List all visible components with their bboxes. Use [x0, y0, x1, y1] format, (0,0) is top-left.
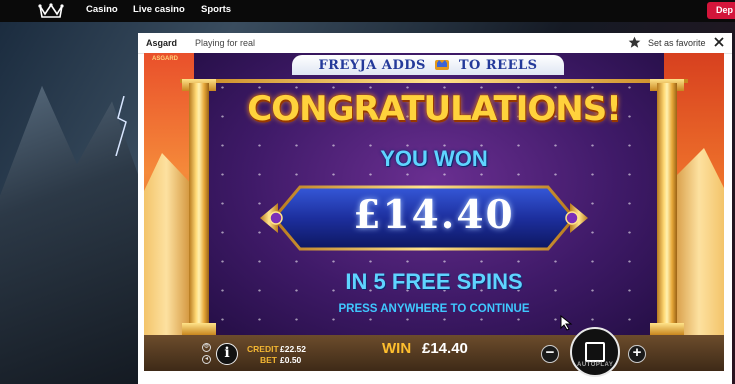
- column-base-left: [182, 323, 216, 335]
- set-favorite-link[interactable]: Set as favorite: [648, 38, 706, 48]
- play-mode-text: Playing for real: [195, 38, 256, 48]
- win-value: £14.40: [422, 340, 468, 357]
- temple-right: [674, 148, 724, 348]
- free-spins-text: IN 5 FREE SPINS: [345, 269, 523, 294]
- mouse-pointer-icon: [560, 315, 573, 331]
- banner-left-text: FREYJA ADDS: [318, 58, 426, 73]
- info-button[interactable]: i: [216, 343, 238, 365]
- bet-label: BET: [260, 355, 277, 365]
- spin-button[interactable]: [570, 327, 620, 377]
- top-navigation: Casino Live casino Sports Dep: [0, 0, 735, 22]
- stop-square-icon: [585, 342, 605, 362]
- settings-icon[interactable]: ⚙: [202, 343, 211, 352]
- close-icon[interactable]: [712, 35, 726, 49]
- game-window-titlebar: Asgard Playing for real Set as favorite: [138, 33, 732, 54]
- freyja-symbol-icon: [435, 60, 450, 70]
- game-window: Asgard Playing for real Set as favorite …: [138, 33, 732, 384]
- deposit-button[interactable]: Dep: [707, 2, 735, 19]
- game-control-bar: ⚙ ◂ i CREDIT £22.52 BET £0.50 WIN £14.40…: [144, 327, 724, 377]
- bet-value: £0.50: [280, 355, 302, 365]
- sound-icon[interactable]: ◂: [202, 355, 211, 364]
- game-title: Asgard: [146, 38, 178, 48]
- win-amount: £14.40: [353, 192, 515, 238]
- autoplay-label[interactable]: AUTOPLAY: [577, 362, 613, 368]
- credit-label: CREDIT: [247, 344, 279, 354]
- banner-right-text: TO REELS: [458, 58, 538, 73]
- congratulations-heading: CONGRATULATIONS!: [247, 89, 621, 129]
- press-to-continue-text[interactable]: PRESS ANYWHERE TO CONTINUE: [144, 303, 724, 315]
- feature-banner: FREYJA ADDS TO REELS: [292, 55, 564, 75]
- gold-frame-top: [180, 79, 688, 83]
- win-label: WIN: [382, 340, 412, 357]
- game-canvas[interactable]: ASGARD FREYJA ADDS TO REELS CONGRATULATI…: [144, 53, 724, 371]
- you-won-text: YOU WON: [380, 146, 488, 171]
- nav-sports-link[interactable]: Sports: [201, 4, 231, 15]
- credit-value: £22.52: [280, 344, 306, 354]
- nav-live-casino-link[interactable]: Live casino: [133, 4, 185, 15]
- lightning-decoration: [115, 96, 127, 156]
- star-icon[interactable]: [628, 36, 641, 49]
- decrease-bet-button[interactable]: −: [541, 345, 559, 363]
- increase-bet-button[interactable]: +: [628, 345, 646, 363]
- game-logo-tag: ASGARD: [152, 56, 179, 62]
- column-base-right: [650, 323, 684, 335]
- nav-casino-link[interactable]: Casino: [86, 4, 118, 15]
- crown-logo-icon[interactable]: [38, 2, 64, 20]
